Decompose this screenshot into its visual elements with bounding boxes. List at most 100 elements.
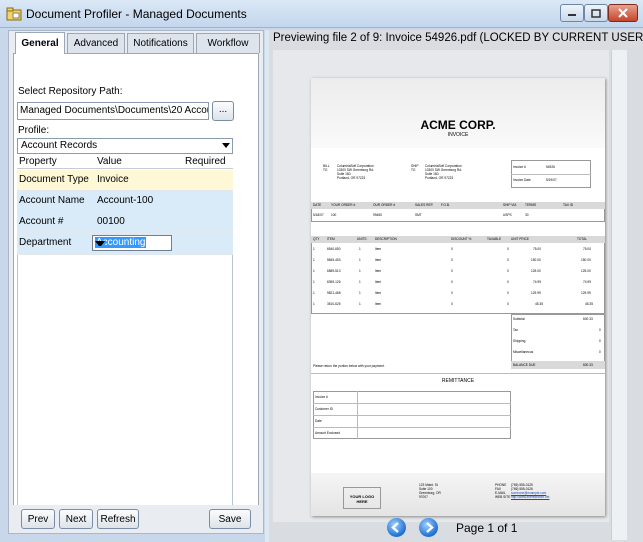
remittance-field-label: Invoice # xyxy=(315,395,328,399)
maximize-button[interactable] xyxy=(584,4,608,22)
arrow-left-icon xyxy=(391,522,399,533)
tab-notifications[interactable]: Notifications xyxy=(127,33,194,53)
repository-path-field[interactable]: Managed Documents\Documents\20 Accountin… xyxy=(17,102,209,120)
item-cell: Item xyxy=(375,247,382,251)
footer-contact-label: WEB SITE xyxy=(495,495,511,499)
item-cell: 0 xyxy=(507,247,509,251)
total-value: 0 xyxy=(599,339,601,343)
property-row-account-number[interactable]: Account # 00100 xyxy=(17,212,233,233)
property-row-document-type[interactable]: Document Type Invoice xyxy=(17,170,233,191)
order-cell: 30 xyxy=(525,213,529,217)
divider xyxy=(313,415,511,416)
divider xyxy=(313,427,511,428)
remittance-title: REMITTANCE xyxy=(441,378,475,384)
chevron-down-icon xyxy=(222,143,230,148)
minimize-button[interactable] xyxy=(560,4,584,22)
order-header-cell: OUR ORDER # xyxy=(373,203,396,207)
remittance-field-label: Customer ID xyxy=(315,407,333,411)
item-cell: 1 xyxy=(313,258,315,262)
total-value: 0 xyxy=(599,328,601,332)
previous-page-button[interactable] xyxy=(387,518,406,537)
total-label: Miscellaneous xyxy=(513,350,534,354)
item-cell: 1 xyxy=(313,280,315,284)
item-cell: 1 xyxy=(359,291,361,295)
invoice-number-label: Invoice # xyxy=(513,165,526,169)
item-header-cell: TAXABLE xyxy=(487,237,502,241)
title-bar: Document Profiler - Managed Documents xyxy=(0,0,643,28)
prev-button[interactable]: Prev xyxy=(21,509,55,529)
item-cell: 75.00 xyxy=(533,247,541,251)
window-title: Document Profiler - Managed Documents xyxy=(26,7,247,21)
profile-select[interactable]: Account Records xyxy=(17,138,233,154)
profile-value: Account Records xyxy=(21,140,98,151)
item-cell: 0 xyxy=(451,280,453,284)
preview-panel: Previewing file 2 of 9: Invoice 54926.pd… xyxy=(269,30,643,542)
property-value: Account-100 xyxy=(97,195,154,206)
divider xyxy=(511,174,591,175)
tab-advanced[interactable]: Advanced xyxy=(67,33,125,53)
item-header-cell: UNITS xyxy=(357,237,367,241)
item-cell: 1 xyxy=(359,302,361,306)
invoice-subtitle: INVOICE xyxy=(447,132,469,138)
item-header-cell: DESCRIPTION xyxy=(375,237,397,241)
item-cell: Item xyxy=(375,291,382,295)
department-select[interactable]: Accounting xyxy=(92,235,172,251)
order-cell: 5/18/07 xyxy=(313,213,324,217)
arrow-right-icon xyxy=(426,522,434,533)
page-indicator: Page 1 of 1 xyxy=(456,521,518,535)
maximize-icon xyxy=(591,8,601,18)
item-cell: Item xyxy=(375,269,382,273)
total-label: Subtotal xyxy=(513,317,525,321)
property-name: Document Type xyxy=(19,174,89,185)
refresh-button[interactable]: Refresh xyxy=(97,509,139,529)
item-cell: 45.35 xyxy=(585,302,593,306)
divider xyxy=(311,373,605,374)
item-header-cell: UNIT PRICE xyxy=(511,237,530,241)
save-button[interactable]: Save xyxy=(209,509,251,529)
tab-general[interactable]: General xyxy=(15,32,65,54)
footer-address-line: 97007 xyxy=(419,495,428,499)
item-cell: Item xyxy=(375,258,382,262)
item-cell: Item xyxy=(375,280,382,284)
tab-workflow[interactable]: Workflow xyxy=(196,33,260,53)
item-cell: 74.99 xyxy=(533,280,541,284)
property-row-account-name[interactable]: Account Name Account-100 xyxy=(17,191,233,212)
item-cell: 125.00 xyxy=(581,269,591,273)
invoice-page: ACME CORP. INVOICE BILL TO ColumbiaSoft … xyxy=(311,78,605,516)
item-cell: 45.35 xyxy=(535,302,543,306)
property-row-department[interactable]: Department Accounting xyxy=(17,233,233,255)
preview-scrollbar[interactable] xyxy=(611,50,627,540)
divider xyxy=(313,403,511,404)
item-cell: 129.99 xyxy=(581,291,591,295)
order-header-cell: SHIP VIA xyxy=(503,203,517,207)
item-cell: 0 xyxy=(507,258,509,262)
item-cell: 0 xyxy=(451,291,453,295)
item-cell: 1 xyxy=(313,247,315,251)
order-cell: USPS xyxy=(503,213,512,217)
item-cell: 0 xyxy=(507,302,509,306)
remittance-field-label: Amount Enclosed xyxy=(315,431,340,435)
next-button[interactable]: Next xyxy=(59,509,93,529)
return-note: Please return the portion below with you… xyxy=(313,364,385,368)
order-header-cell: F.O.B. xyxy=(441,203,450,207)
order-cell: SMT xyxy=(415,213,422,217)
browse-button[interactable]: ... xyxy=(212,101,234,121)
item-cell: 1 xyxy=(359,269,361,273)
item-cell: 1 xyxy=(359,280,361,284)
ship-to-line: Portland, OR 97223 xyxy=(425,176,454,180)
next-page-button[interactable] xyxy=(419,518,438,537)
item-cell: 125.00 xyxy=(531,269,541,273)
item-cell: 75.00 xyxy=(583,247,591,251)
footer-contact-value: http://www.lmeresearch.net xyxy=(511,495,550,499)
close-button[interactable] xyxy=(608,4,638,22)
item-cell: 6589-513 xyxy=(327,269,341,273)
total-value: 0 xyxy=(599,350,601,354)
item-cell: 0 xyxy=(507,291,509,295)
total-value: 600.33 xyxy=(583,363,593,367)
item-cell: 3510-625 xyxy=(327,302,341,306)
invoice-date: 5/19/07 xyxy=(546,178,557,182)
item-cell: 0 xyxy=(451,269,453,273)
invoice-number: 54926 xyxy=(546,165,555,169)
order-header-cell: TAX ID xyxy=(563,203,574,207)
item-cell: 1 xyxy=(359,258,361,262)
